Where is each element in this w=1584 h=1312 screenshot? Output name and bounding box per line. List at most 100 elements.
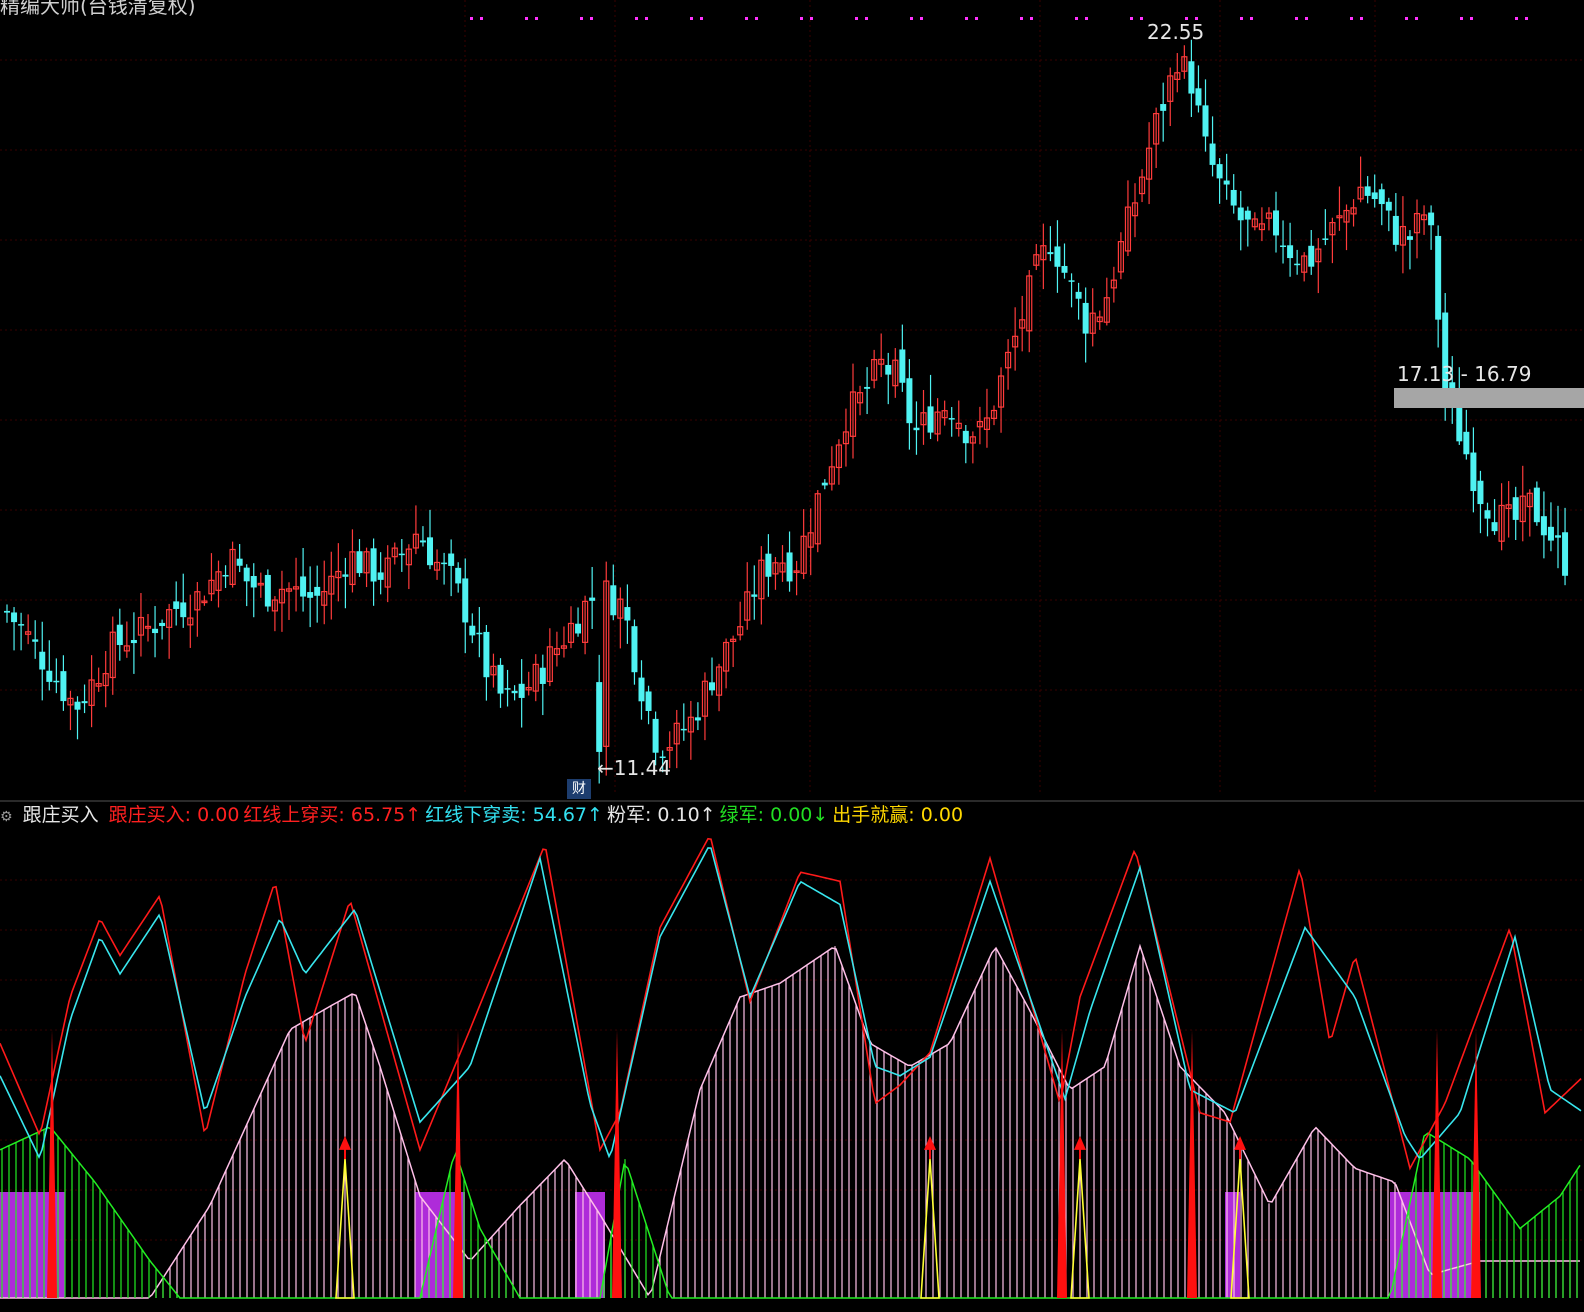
candle-body: [709, 682, 715, 691]
marker-dot: [1350, 17, 1353, 20]
candle-body: [864, 386, 871, 389]
marker-dot: [635, 17, 638, 20]
candle-body: [356, 551, 363, 574]
candle-body: [39, 651, 46, 670]
candle-body: [1244, 210, 1251, 220]
candle-body: [1322, 238, 1329, 240]
candle-body: [1470, 452, 1477, 492]
candle-body: [885, 364, 892, 375]
candle-body: [116, 624, 123, 646]
candle-body: [74, 701, 81, 710]
candle-body: [518, 683, 525, 698]
marker-dot: [755, 17, 758, 20]
candle-body: [1061, 265, 1068, 273]
marker-dot: [1020, 17, 1023, 20]
candle-body: [1491, 522, 1498, 532]
candle-body: [455, 567, 462, 584]
candle-body: [342, 574, 349, 577]
marker-dot: [1240, 17, 1243, 20]
candle-body: [1364, 186, 1371, 196]
indicator-value-1: 红线上穿买: 65.75↑: [243, 804, 422, 826]
marker-dot: [1295, 17, 1298, 20]
candle-body: [476, 632, 483, 635]
candle-body: [906, 378, 913, 424]
marker-dot: [1525, 17, 1528, 20]
red-spike: [1187, 1029, 1197, 1298]
candle-body: [821, 482, 828, 486]
marker-dot: [525, 17, 528, 20]
yellow-spike: [920, 1159, 940, 1299]
candle-body: [589, 597, 596, 601]
candle-body: [680, 728, 687, 731]
candle-body: [1547, 526, 1554, 541]
candle-body: [1273, 210, 1279, 236]
buy-arrow-icon: [1234, 1135, 1246, 1150]
candle-body: [1216, 164, 1223, 179]
candle-body: [1209, 143, 1216, 165]
candle-body: [1237, 207, 1244, 221]
red-spike: [612, 1029, 622, 1298]
marker-dot: [1470, 17, 1473, 20]
marker-dot: [975, 17, 978, 20]
marker-dot: [535, 17, 538, 20]
candle-body: [46, 670, 53, 682]
marker-dot: [1250, 17, 1253, 20]
candle-body: [81, 701, 88, 704]
marker-dot: [1130, 17, 1133, 20]
marker-dot: [855, 17, 858, 20]
red-line: [0, 837, 1582, 1171]
candle-body: [1195, 88, 1202, 106]
cai-badge[interactable]: 财: [567, 779, 591, 799]
candle-body: [448, 553, 455, 566]
candle-body: [222, 575, 229, 577]
price-and-indicator-chart[interactable]: [0, 0, 1584, 1312]
indicator-header: ⚙ 跟庄买入 跟庄买入: 0.00 红线上穿买: 65.75↑ 红线下穿卖: 54.…: [0, 802, 971, 828]
candle-body: [180, 602, 187, 618]
candle-body: [250, 576, 257, 588]
marker-dot: [590, 17, 593, 20]
candle-body: [1294, 263, 1301, 266]
candle-body: [18, 624, 25, 626]
candle-body: [1047, 252, 1054, 255]
marker-dot: [1305, 17, 1308, 20]
candle-body: [1223, 180, 1230, 185]
candle-body: [1428, 212, 1435, 226]
red-spike: [453, 1029, 463, 1298]
candle-body: [1477, 480, 1484, 505]
marker-dot: [965, 17, 968, 20]
indicator-value-3: 粉军: 0.10↑: [606, 804, 716, 826]
candle-body: [1512, 497, 1519, 520]
green-line: [0, 1126, 1581, 1299]
candle-body: [575, 623, 582, 634]
candle-body: [899, 349, 906, 383]
low-price-label: ←11.44: [597, 756, 672, 780]
candle-body: [483, 631, 490, 678]
candle-body: [539, 667, 546, 684]
marker-dot: [920, 17, 923, 20]
candle-body: [1082, 302, 1089, 334]
candle-body: [300, 576, 307, 597]
candle-body: [1230, 189, 1237, 206]
candle-body: [1188, 61, 1195, 94]
candle-body: [173, 601, 180, 609]
marker-dot: [1075, 17, 1078, 20]
candle-body: [462, 578, 469, 623]
candle-body: [53, 680, 60, 683]
candle-body: [638, 677, 645, 702]
indicator-name[interactable]: 跟庄买入: [23, 804, 99, 826]
candle-body: [1540, 516, 1547, 536]
marker-dot: [745, 17, 748, 20]
candle-body: [927, 406, 934, 433]
marker-dot: [1405, 17, 1408, 20]
indicator-settings-icon[interactable]: ⚙: [0, 809, 13, 825]
marker-dot: [480, 17, 483, 20]
candle-body: [1371, 192, 1378, 200]
candle-body: [1463, 431, 1470, 455]
candle-body: [1287, 245, 1294, 259]
candle-body: [1562, 532, 1569, 576]
indicator-value-2: 红线下穿卖: 54.67↑: [425, 804, 603, 826]
candle-body: [1533, 487, 1540, 523]
candle-body: [652, 718, 659, 753]
candle-body: [236, 558, 243, 566]
candle-body: [596, 682, 603, 752]
